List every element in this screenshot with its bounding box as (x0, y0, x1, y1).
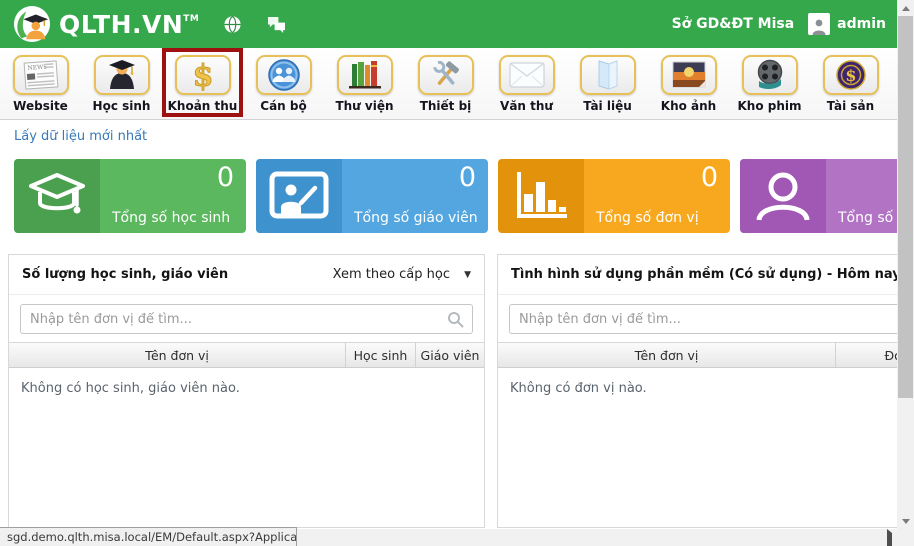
scroll-down-arrow-icon[interactable] (897, 513, 914, 529)
search-row (498, 295, 914, 342)
panel-title: Tình hình sử dụng phần mềm (Có sử dụng) … (511, 267, 901, 282)
toolbar-item-label: Kho phim (737, 99, 802, 113)
module-toolbar: NEWS Website Học sinh $ Khoản thu Cán bộ… (0, 48, 914, 120)
panel-header: Số lượng học sinh, giáo viên Xem theo cấ… (9, 255, 484, 295)
empty-message: Không có đơn vị nào. (510, 381, 647, 396)
dollar-icon: $ (174, 55, 231, 95)
header-right: Sở GD&ĐT Misa admin (672, 13, 914, 35)
scrollbar-thumb[interactable] (898, 16, 913, 398)
toolbar-item-label: Tài sản (826, 99, 875, 113)
trademark-label: TM (183, 14, 200, 25)
toolbar-item-label: Thư viện (335, 99, 394, 113)
svg-text:$: $ (192, 59, 213, 93)
qlth-logo-icon (13, 5, 51, 43)
stat-cards-row: 0 Tổng số học sinh 0 Tổng số giáo viên 0… (14, 159, 914, 233)
photo-icon (660, 55, 717, 95)
asset-coin-icon: $ (822, 55, 879, 95)
scroll-right-arrow-icon[interactable] (887, 529, 892, 546)
stat-label: Tổng số đơn vị (596, 210, 699, 226)
toolbar-item-label: Khoản thu (167, 99, 238, 113)
bar-chart-icon (498, 159, 584, 233)
newspaper-icon: NEWS (12, 55, 69, 95)
stat-label: Tổng số giáo viên (354, 210, 478, 226)
org-name-label: Sở GD&ĐT Misa (671, 16, 795, 32)
toolbar-item-thiet-bi[interactable]: Thiết bị (405, 48, 486, 119)
stat-value: 0 (700, 162, 718, 193)
toolbar-item-label: Website (13, 99, 68, 113)
scroll-up-arrow-icon[interactable] (897, 0, 914, 16)
graduation-cap-icon (14, 159, 100, 233)
chevron-down-icon[interactable]: ▼ (464, 270, 471, 280)
unit-search-input[interactable] (20, 304, 473, 334)
toolbar-item-label: Cán bộ (260, 99, 307, 113)
toolbar-item-hoc-sinh[interactable]: Học sinh (81, 48, 162, 119)
panel-title: Số lượng học sinh, giáo viên (22, 267, 229, 282)
staff-group-icon (255, 55, 312, 95)
stat-value: 0 (458, 162, 476, 193)
toolbar-item-label: Tài liệu (583, 99, 632, 113)
vertical-scrollbar[interactable] (897, 0, 914, 529)
toolbar-item-thu-vien[interactable]: Thư viện (324, 48, 405, 119)
toolbar-item-label: Học sinh (92, 99, 151, 113)
tools-icon (417, 55, 474, 95)
stat-value: 0 (216, 162, 234, 193)
view-by-level-dropdown[interactable]: Xem theo cấp học (333, 267, 450, 282)
panel-students-teachers: Số lượng học sinh, giáo viên Xem theo cấ… (8, 254, 485, 528)
app-window: QLTH.VNTM Sở GD&ĐT Misa admin NEWS Websi… (0, 0, 914, 546)
status-bar-link-preview: sgd.demo.qlth.misa.local/EM/Default.aspx… (0, 527, 297, 546)
chat-icon[interactable] (266, 16, 287, 33)
toolbar-item-label: Văn thư (500, 99, 553, 113)
toolbar-item-khoan-thu[interactable]: $ Khoản thu (162, 48, 243, 117)
username-label[interactable]: admin (837, 16, 886, 32)
toolbar-item-label: Thiết bị (419, 99, 472, 113)
toolbar-item-can-bo[interactable]: Cán bộ (243, 48, 324, 119)
column-header-unit-name: Tên đơn vị (145, 347, 209, 363)
toolbar-item-van-thu[interactable]: Văn thư (486, 48, 567, 119)
toolbar-item-kho-phim[interactable]: Kho phim (729, 48, 810, 119)
search-row (9, 295, 484, 342)
svg-text:$: $ (845, 66, 856, 85)
column-header-students: Học sinh (345, 343, 415, 367)
column-header-unit-name: Tên đơn vị (634, 347, 699, 363)
toolbar-item-tai-lieu[interactable]: Tài liệu (567, 48, 648, 119)
stat-card-students[interactable]: 0 Tổng số học sinh (14, 159, 246, 233)
film-reel-icon (741, 55, 798, 95)
stat-card-units[interactable]: 0 Tổng số đơn vị (498, 159, 730, 233)
panel-software-usage: Tình hình sử dụng phần mềm (Có sử dụng) … (497, 254, 914, 528)
teacher-board-icon (256, 159, 342, 233)
toolbar-item-tai-san[interactable]: $ Tài sản (810, 48, 891, 119)
stat-card-teachers[interactable]: 0 Tổng số giáo viên (256, 159, 488, 233)
graduate-student-icon (93, 55, 150, 95)
grid-header: Tên đơn vị Học sinh Giáo viên (9, 342, 484, 368)
scrollbar-corner (897, 529, 914, 546)
grid-header: Tên đơn vị Đơn vị (498, 342, 914, 368)
column-header-teachers: Giáo viên (415, 343, 484, 367)
stat-card-users[interactable]: Tổng số n (740, 159, 914, 233)
brand-title: QLTH.VNTM (59, 9, 200, 39)
globe-icon[interactable] (223, 15, 242, 34)
toolbar-item-label: Kho ảnh (660, 99, 717, 113)
books-icon (336, 55, 393, 95)
folder-icon (579, 55, 636, 95)
empty-message: Không có học sinh, giáo viên nào. (21, 381, 240, 396)
user-avatar[interactable] (808, 13, 831, 35)
panel-header: Tình hình sử dụng phần mềm (Có sử dụng) … (498, 255, 914, 295)
top-header: QLTH.VNTM Sở GD&ĐT Misa admin (0, 0, 914, 48)
envelope-icon (498, 55, 555, 95)
toolbar-item-website[interactable]: NEWS Website (0, 48, 81, 119)
stat-label: Tổng số học sinh (112, 210, 231, 226)
user-icon (740, 159, 826, 233)
refresh-data-link[interactable]: Lấy dữ liệu mới nhất (14, 129, 147, 144)
search-icon[interactable] (447, 311, 464, 332)
unit-search-input[interactable] (509, 304, 914, 334)
toolbar-item-kho-anh[interactable]: Kho ảnh (648, 48, 729, 119)
